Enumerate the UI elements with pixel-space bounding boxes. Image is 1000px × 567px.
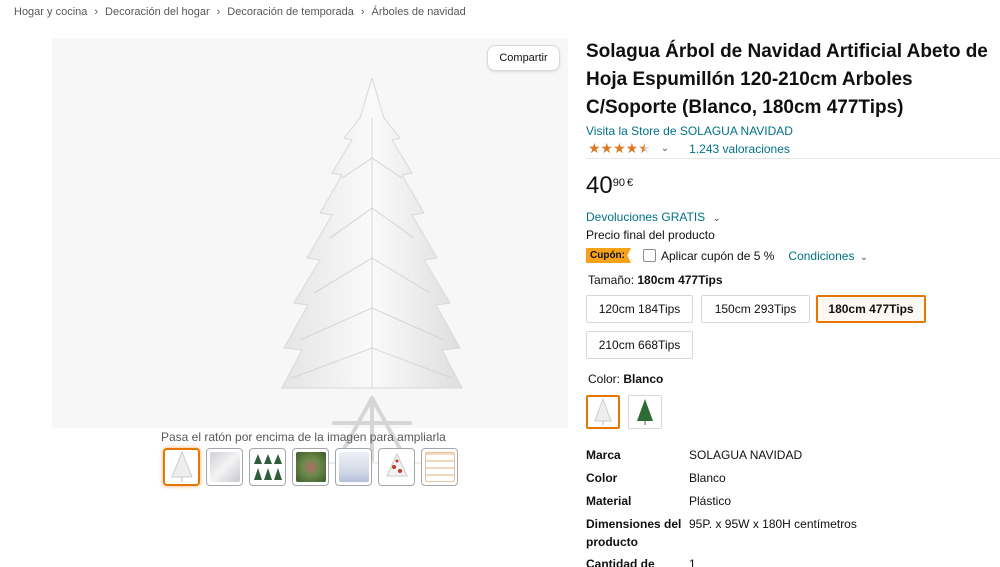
price-currency: € <box>626 177 634 189</box>
spec-key: Cantidad de <box>586 557 655 567</box>
coupon-conditions-link[interactable]: Condiciones ⌄ <box>788 249 868 263</box>
spec-value: Blanco <box>689 471 726 485</box>
breadcrumb-separator: › <box>216 6 221 18</box>
spec-value: 95P. x 95W x 180H centímetros <box>689 517 857 531</box>
spec-value: 1 <box>689 557 696 567</box>
spec-row: Marca SOLAGUA NAVIDAD <box>586 446 986 464</box>
color-label-text: Color: <box>588 372 621 386</box>
ratings-count-link[interactable]: 1.243 valoraciones <box>689 142 790 156</box>
apply-coupon-checkbox[interactable] <box>643 249 656 262</box>
ornament-tree-thumbnail <box>295 452 326 482</box>
spec-value: Plástico <box>689 494 732 508</box>
price-fraction: 90 <box>612 177 625 189</box>
white-tree-swatch-icon <box>594 398 612 425</box>
price: 40 90 € <box>586 172 633 200</box>
rating-row: ★★★★★ ⌄ 1.243 valoraciones <box>588 140 790 157</box>
breadcrumb-hogar-y-cocina[interactable]: Hogar y cocina <box>14 6 87 18</box>
chevron-down-icon: ⌄ <box>712 213 721 224</box>
spec-key: Dimensiones del producto <box>586 517 682 549</box>
product-title: Solagua Árbol de Navidad Artificial Abet… <box>586 41 988 118</box>
breadcrumb-separator: › <box>360 6 365 18</box>
breadcrumb: Hogar y cocina › Decoración del hogar › … <box>14 6 466 18</box>
size-option-210cm[interactable]: 210cm 668Tips <box>586 331 693 359</box>
spec-row: Dimensiones del producto 95P. x 95W x 18… <box>586 515 986 551</box>
thumbnail-strip <box>163 448 458 486</box>
color-label: Color: Blanco <box>588 372 663 386</box>
size-selected-value: 180cm 477Tips <box>637 273 723 287</box>
chevron-down-icon[interactable]: ⌄ <box>661 143 669 154</box>
thumbnail-4[interactable] <box>292 448 329 486</box>
white-tree-thumbnail <box>170 451 193 482</box>
thumbnail-3[interactable] <box>249 448 286 486</box>
spec-value: SOLAGUA NAVIDAD <box>689 448 803 462</box>
size-option-180cm[interactable]: 180cm 477Tips <box>816 295 926 323</box>
free-returns-label: Devoluciones GRATIS <box>586 210 706 224</box>
color-swatch-green[interactable] <box>628 395 662 429</box>
thumbnail-1[interactable] <box>163 448 200 486</box>
spec-key: Color <box>586 471 618 485</box>
spec-row: Cantidad de 1 <box>586 555 986 567</box>
main-product-image[interactable] <box>52 38 568 464</box>
size-label: Tamaño: 180cm 477Tips <box>588 273 723 287</box>
size-label-text: Tamaño: <box>588 273 635 287</box>
thumbnail-7[interactable] <box>421 448 458 486</box>
final-price-note: Precio final del producto <box>586 228 715 242</box>
star-rating-icon[interactable]: ★★★★★ <box>588 140 651 157</box>
features-infographic-thumbnail <box>424 452 455 482</box>
breadcrumb-arboles-de-navidad[interactable]: Árboles de navidad <box>372 6 466 18</box>
apply-coupon-label[interactable]: Aplicar cupón de 5 % <box>661 249 774 263</box>
breadcrumb-separator: › <box>94 6 99 18</box>
coupon-row: Cupón: Aplicar cupón de 5 % Condiciones … <box>586 248 868 263</box>
thumbnail-5[interactable] <box>335 448 372 486</box>
green-tree-swatch-icon <box>637 399 653 425</box>
spec-row: Color Blanco <box>586 469 986 487</box>
size-option-150cm[interactable]: 150cm 293Tips <box>701 295 810 323</box>
thumbnail-2[interactable] <box>206 448 243 486</box>
chevron-down-icon: ⌄ <box>859 251 869 263</box>
color-selected-value: Blanco <box>623 372 664 386</box>
spec-row: Material Plástico <box>586 492 986 510</box>
divider <box>586 158 1000 159</box>
green-trees-thumbnail <box>253 454 282 480</box>
coupon-conditions-label: Condiciones <box>788 248 855 263</box>
breadcrumb-decoracion-de-temporada[interactable]: Decoración de temporada <box>227 6 354 18</box>
tree-dimensions-thumbnail <box>338 452 369 482</box>
free-returns-link[interactable]: Devoluciones GRATIS ⌄ <box>586 210 721 224</box>
price-whole: 40 <box>586 172 613 199</box>
coupon-badge: Cupón: <box>586 248 631 263</box>
thumbnail-6[interactable] <box>378 448 415 486</box>
color-swatch-white[interactable] <box>586 395 620 429</box>
decorated-tree-thumbnail <box>385 452 408 477</box>
size-option-120cm[interactable]: 120cm 184Tips <box>586 295 693 323</box>
snowy-tree-thumbnail <box>209 452 240 482</box>
share-button[interactable]: Compartir <box>487 45 560 71</box>
store-link[interactable]: Visita la Store de SOLAGUA NAVIDAD <box>586 124 793 138</box>
spec-key: Marca <box>586 448 621 462</box>
zoom-hint: Pasa el ratón por encima de la imagen pa… <box>161 430 446 444</box>
breadcrumb-decoracion-del-hogar[interactable]: Decoración del hogar <box>105 6 210 18</box>
spec-key: Material <box>586 494 632 508</box>
white-tree-image <box>281 78 463 464</box>
